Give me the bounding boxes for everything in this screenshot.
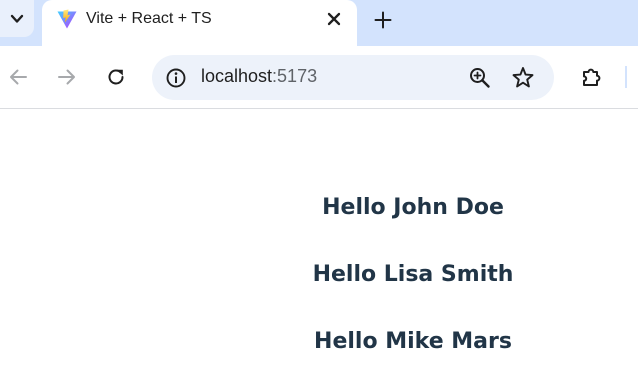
greeting-heading: Hello Lisa Smith [312,262,514,287]
toolbar-divider [625,66,627,88]
star-icon[interactable] [510,65,536,91]
back-arrow-icon [10,69,27,85]
active-tab[interactable]: Vite + React + TS [42,0,357,46]
info-icon[interactable] [164,66,188,90]
tab-title: Vite + React + TS [86,10,212,27]
browser-toolbar: localhost:5173 [0,46,638,108]
url-text: localhost:5173 [201,66,317,87]
vite-logo-icon [57,9,77,29]
chevron-down-icon [10,14,24,23]
url-port: :5173 [272,66,318,86]
address-bar[interactable]: localhost:5173 [152,55,554,100]
greeting-heading: Hello John Doe [322,195,504,220]
tab-strip: Vite + React + TS [0,0,638,46]
url-host: localhost [201,66,273,86]
extensions-button[interactable] [578,63,606,91]
back-button[interactable] [4,63,32,91]
reload-icon [108,69,124,85]
forward-button[interactable] [53,63,81,91]
tab-close-button[interactable] [323,8,345,30]
new-tab-button[interactable] [371,8,395,32]
reload-button[interactable] [102,63,130,91]
zoom-in-icon[interactable] [467,65,493,91]
greeting-heading: Hello Mike Mars [314,329,512,354]
plus-icon [374,11,392,29]
close-icon [327,12,341,26]
puzzle-icon [583,68,601,86]
forward-arrow-icon [58,69,75,85]
page-content: Hello John Doe Hello Lisa Smith Hello Mi… [0,109,638,376]
tab-search-button[interactable] [0,0,34,37]
